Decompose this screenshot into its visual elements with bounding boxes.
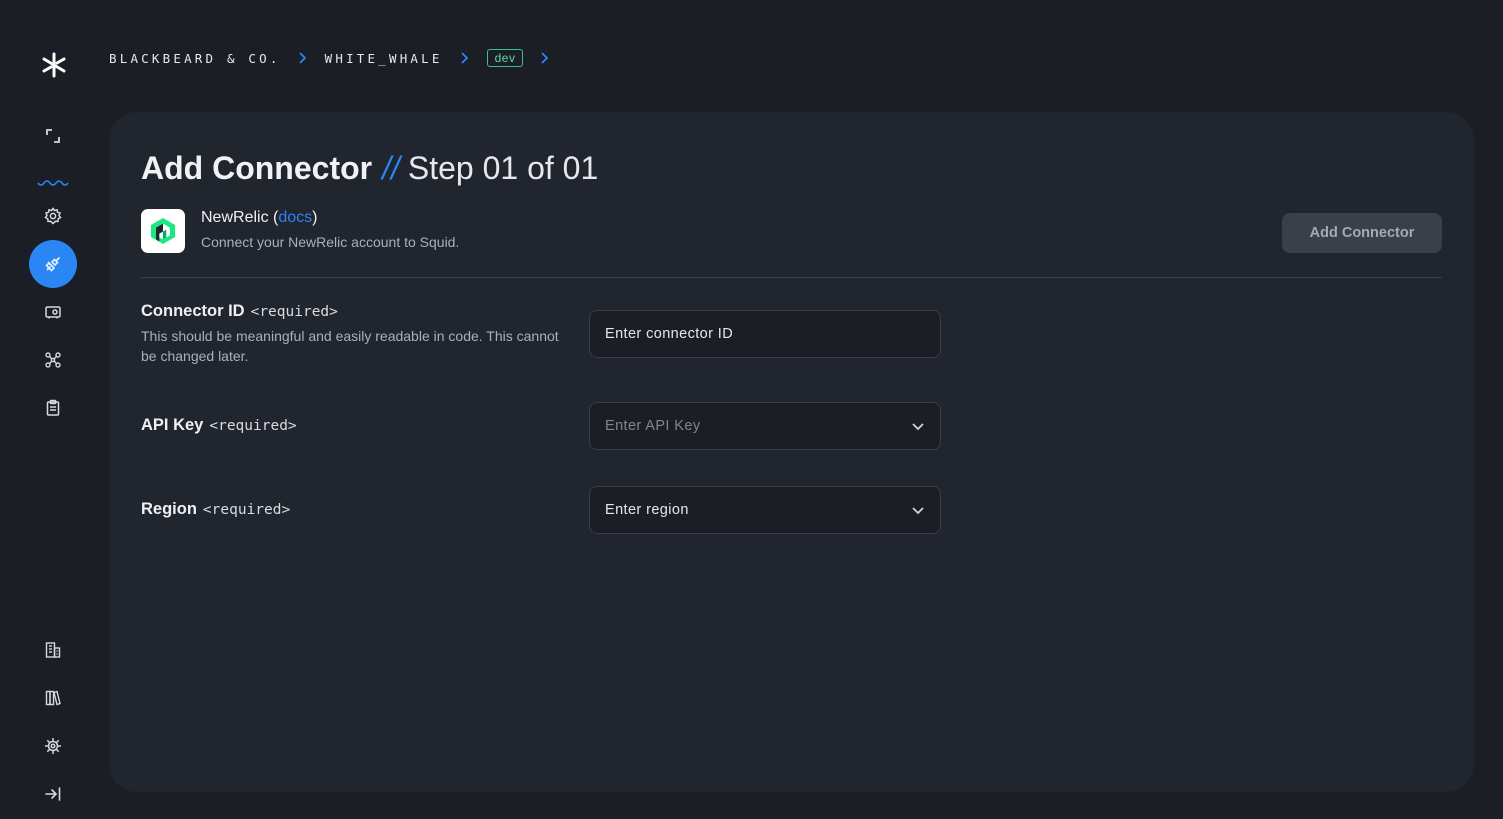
chevron-right-icon bbox=[459, 52, 469, 64]
connector-name-text: NewRelic bbox=[201, 209, 269, 226]
docs-icon[interactable] bbox=[29, 674, 77, 722]
connectors-icon[interactable] bbox=[29, 240, 77, 288]
chevron-right-icon bbox=[297, 52, 307, 64]
connector-id-input[interactable] bbox=[605, 326, 925, 342]
connector-id-help: This should be meaningful and easily rea… bbox=[141, 328, 559, 364]
region-placeholder: Enter region bbox=[605, 502, 689, 518]
connector-id-label: Connector ID <required> bbox=[141, 302, 338, 321]
main-panel: Add Connector // Step 01 of 01 NewRelic … bbox=[109, 112, 1474, 792]
api-key-placeholder: Enter API Key bbox=[605, 418, 701, 434]
api-key-label-text: API Key bbox=[141, 416, 204, 434]
graph-icon[interactable] bbox=[29, 336, 77, 384]
secrets-icon[interactable] bbox=[29, 288, 77, 336]
organization-icon[interactable] bbox=[29, 626, 77, 674]
clipboard-icon[interactable] bbox=[29, 384, 77, 432]
region-select[interactable]: Enter region bbox=[589, 486, 941, 534]
connector-id-label-text: Connector ID bbox=[141, 302, 245, 320]
chevron-down-icon bbox=[912, 423, 924, 431]
step-indicator: Step 01 of 01 bbox=[407, 150, 599, 186]
api-key-label: API Key <required> bbox=[141, 416, 297, 435]
region-label-text: Region bbox=[141, 500, 197, 518]
page-title: Add Connector // Step 01 of 01 bbox=[141, 150, 598, 187]
connector-description: Connect your NewRelic account to Squid. bbox=[201, 234, 460, 250]
gear-icon[interactable] bbox=[29, 722, 77, 770]
environment-badge[interactable]: dev bbox=[486, 49, 524, 67]
wave-divider-icon bbox=[37, 175, 69, 186]
breadcrumb-org[interactable]: BLACKBEARD & CO. bbox=[109, 51, 281, 66]
expand-icon[interactable] bbox=[29, 112, 77, 160]
connector-name: NewRelic (docs) bbox=[201, 209, 318, 226]
page-title-main: Add Connector bbox=[141, 150, 373, 186]
divider bbox=[141, 277, 1442, 278]
required-tag: <required> bbox=[202, 502, 291, 518]
required-tag: <required> bbox=[209, 418, 297, 434]
settings-icon[interactable] bbox=[29, 192, 77, 240]
squid-logo-icon[interactable] bbox=[40, 51, 68, 79]
breadcrumb: BLACKBEARD & CO. WHITE_WHALE dev bbox=[109, 48, 567, 68]
docs-link[interactable]: docs bbox=[278, 209, 312, 226]
connector-id-field[interactable] bbox=[589, 310, 941, 358]
collapse-icon[interactable] bbox=[29, 770, 77, 818]
api-key-select[interactable]: Enter API Key bbox=[589, 402, 941, 450]
newrelic-logo-icon bbox=[141, 209, 185, 253]
breadcrumb-app[interactable]: WHITE_WHALE bbox=[325, 51, 443, 66]
sidebar bbox=[0, 0, 106, 819]
region-label: Region <required> bbox=[141, 500, 290, 519]
chevron-right-icon[interactable] bbox=[539, 52, 549, 64]
chevron-down-icon bbox=[912, 507, 924, 515]
add-connector-button[interactable]: Add Connector bbox=[1282, 213, 1442, 253]
required-tag: <required> bbox=[250, 304, 338, 320]
title-separator: // bbox=[382, 150, 400, 186]
